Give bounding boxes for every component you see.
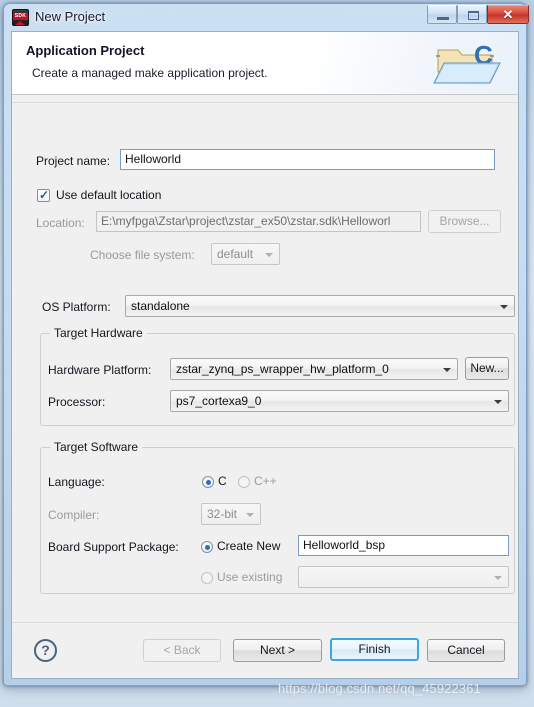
cancel-button[interactable]: Cancel xyxy=(427,639,505,662)
title-bar[interactable]: SDK New Project ✕ xyxy=(4,4,529,32)
bsp-radio-use-existing[interactable] xyxy=(201,572,213,584)
bsp-name-input[interactable]: Helloworld_bsp xyxy=(298,535,509,556)
chevron-down-icon xyxy=(246,513,254,517)
dialog-client-area: Application Project Create a managed mak… xyxy=(11,31,519,679)
os-platform-label: OS Platform: xyxy=(42,300,111,314)
folder-c-icon: C xyxy=(433,40,501,84)
bsp-create-new-label: Create New xyxy=(217,539,281,553)
banner-separator xyxy=(12,95,518,103)
file-system-value: default xyxy=(217,247,254,261)
chevron-down-icon xyxy=(494,576,502,580)
bsp-existing-select[interactable] xyxy=(298,566,509,588)
os-platform-select[interactable]: standalone xyxy=(125,295,515,317)
bsp-use-existing-label: Use existing xyxy=(217,570,283,584)
sdk-icon-label: SDK xyxy=(13,13,28,20)
wizard-banner: Application Project Create a managed mak… xyxy=(12,32,518,95)
back-button[interactable]: < Back xyxy=(143,639,221,662)
chevron-down-icon xyxy=(443,368,451,372)
browse-button[interactable]: Browse... xyxy=(428,210,501,233)
hardware-platform-label: Hardware Platform: xyxy=(48,363,152,377)
dialog-footer: ? < Back Next > Finish Cancel xyxy=(12,622,518,678)
watermark: https://blog.csdn.net/qq_45922361 xyxy=(278,681,481,696)
language-option-c-label: C xyxy=(218,474,227,488)
chevron-down-icon xyxy=(494,400,502,404)
project-name-label: Project name: xyxy=(36,154,111,168)
processor-value: ps7_cortexa9_0 xyxy=(176,394,262,408)
chevron-down-icon xyxy=(500,305,508,309)
maximize-icon xyxy=(468,11,479,20)
bsp-radio-create-new[interactable] xyxy=(201,541,213,553)
finish-button[interactable]: Finish xyxy=(330,638,419,661)
os-platform-value: standalone xyxy=(131,299,190,313)
help-icon[interactable]: ? xyxy=(34,639,57,662)
bsp-label: Board Support Package: xyxy=(48,540,179,554)
page-subtitle: Create a managed make application projec… xyxy=(32,66,268,80)
close-button[interactable]: ✕ xyxy=(487,5,529,24)
window-title: New Project xyxy=(35,9,106,24)
checkmark-icon: ✓ xyxy=(39,188,50,202)
compiler-label: Compiler: xyxy=(48,508,100,522)
chevron-down-icon xyxy=(265,253,273,257)
maximize-button[interactable] xyxy=(457,5,487,24)
next-button[interactable]: Next > xyxy=(233,639,322,662)
use-default-location-checkbox[interactable]: ✓ xyxy=(37,188,50,202)
language-radio-c[interactable] xyxy=(202,476,214,488)
sdk-icon: SDK xyxy=(12,9,29,26)
hardware-platform-value: zstar_zynq_ps_wrapper_hw_platform_0 xyxy=(176,362,389,376)
processor-label: Processor: xyxy=(48,395,106,409)
minimize-icon xyxy=(437,17,449,21)
project-form: Project name: Helloworld ✓ Use default l… xyxy=(12,104,518,637)
target-hardware-legend: Target Hardware xyxy=(50,326,147,340)
choose-file-system-label: Choose file system: xyxy=(90,248,195,262)
minimize-button[interactable] xyxy=(427,5,457,24)
new-project-dialog: SDK New Project ✕ Application Project Cr… xyxy=(3,3,529,686)
location-label: Location: xyxy=(36,216,85,230)
use-default-location-label: Use default location xyxy=(56,188,162,202)
compiler-value: 32-bit xyxy=(207,507,238,521)
hardware-platform-select[interactable]: zstar_zynq_ps_wrapper_hw_platform_0 xyxy=(170,358,458,380)
project-name-input[interactable]: Helloworld xyxy=(120,149,495,170)
location-input[interactable]: E:\myfpga\Zstar\project\zstar_ex50\zstar… xyxy=(96,211,421,232)
sdk-icon-triangle xyxy=(15,21,25,25)
language-radio-cpp[interactable] xyxy=(238,476,250,488)
language-option-cpp-label: C++ xyxy=(254,474,277,488)
file-system-select[interactable]: default xyxy=(211,243,280,265)
language-label: Language: xyxy=(48,475,105,489)
target-software-legend: Target Software xyxy=(50,440,143,454)
processor-select[interactable]: ps7_cortexa9_0 xyxy=(170,390,509,412)
new-hardware-platform-button[interactable]: New... xyxy=(465,357,509,380)
page-title: Application Project xyxy=(26,43,145,58)
close-icon: ✕ xyxy=(502,7,514,22)
compiler-select[interactable]: 32-bit xyxy=(201,503,261,525)
